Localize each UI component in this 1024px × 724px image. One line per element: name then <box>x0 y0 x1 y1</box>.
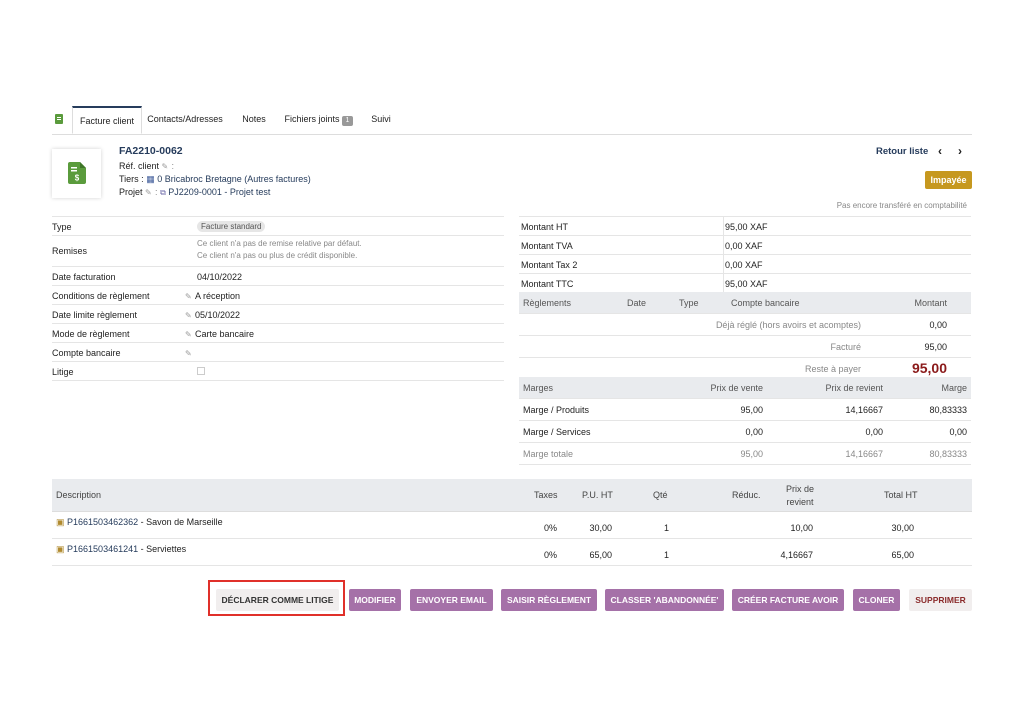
projet-row: Projet ✎: ⧉ PJ2209-0001 - Projet test <box>119 187 271 197</box>
retour-liste-link[interactable]: Retour liste <box>876 146 928 157</box>
saisir-reglement-button[interactable]: SAISIR RÈGLEMENT <box>501 589 597 611</box>
tab-facture-client[interactable]: Facture client <box>72 106 142 134</box>
product-icon: ▣ <box>56 544 65 554</box>
tab-bar: Facture client Contacts/Adresses Notes F… <box>52 106 972 135</box>
detail-row-type: Type Facture standard <box>52 217 504 236</box>
detail-row-remises: Remises Ce client n'a pas de remise rela… <box>52 236 504 267</box>
lines-header: Description Taxes P.U. HT Qté Réduc. Pri… <box>52 479 972 512</box>
product-icon: ▣ <box>56 517 65 527</box>
table-row[interactable]: ▣ P1661503462362 - Savon de Marseille 0%… <box>52 512 972 539</box>
margins-table: Marges Prix de vente Prix de revient Mar… <box>519 377 971 465</box>
payments-header: Règlements Date Type Compte bancaire Mon… <box>519 292 971 314</box>
edit-pencil-icon[interactable]: ✎ <box>185 349 195 358</box>
amount-row-ttc: Montant TTC 95,00 XAF <box>519 274 971 293</box>
tab-suivi[interactable]: Suivi <box>366 106 396 133</box>
detail-row-mode: Mode de règlement ✎ Carte bancaire <box>52 324 504 343</box>
edit-pencil-icon[interactable]: ✎ <box>185 292 195 301</box>
edit-pencil-icon[interactable]: ✎ <box>185 330 195 339</box>
payments-table: Règlements Date Type Compte bancaire Mon… <box>519 292 971 379</box>
projet-link[interactable]: PJ2209-0001 - Projet test <box>168 187 270 197</box>
detail-row-litige: Litige <box>52 362 504 381</box>
type-pill: Facture standard <box>197 221 266 232</box>
tiers-link[interactable]: 0 Bricabroc Bretagne (Autres factures) <box>157 174 311 184</box>
edit-pencil-icon[interactable]: ✎ <box>162 162 172 171</box>
ref-client-row: Réf. client ✎: <box>119 161 175 171</box>
payments-deja-regle: Déjà réglé (hors avoirs et acomptes) 0,0… <box>519 314 971 336</box>
attachments-count-badge: 1 <box>341 116 354 126</box>
envoyer-email-button[interactable]: ENVOYER EMAIL <box>410 589 493 611</box>
tiers-row: Tiers : ▦ 0 Bricabroc Bretagne (Autres f… <box>119 174 311 184</box>
invoice-lines-table: Description Taxes P.U. HT Qté Réduc. Pri… <box>52 479 972 566</box>
compta-status-note: Pas encore transféré en comptabilité <box>836 201 967 210</box>
payments-reste: Reste à payer 95,00 <box>804 360 947 376</box>
amounts-table: Montant HT 95,00 XAF Montant TVA 0,00 XA… <box>519 216 971 293</box>
invoice-ref: FA2210-0062 <box>119 145 183 157</box>
amount-row-ht: Montant HT 95,00 XAF <box>519 217 971 236</box>
cloner-button[interactable]: CLONER <box>853 589 900 611</box>
tab-contacts[interactable]: Contacts/Adresses <box>146 106 224 133</box>
edit-pencil-icon[interactable]: ✎ <box>185 311 195 320</box>
modifier-button[interactable]: MODIFIER <box>349 589 401 611</box>
supprimer-button[interactable]: SUPPRIMER <box>909 589 972 611</box>
creer-facture-avoir-button[interactable]: CRÉER FACTURE AVOIR <box>732 589 844 611</box>
detail-row-conditions: Conditions de règlement ✎ A réception <box>52 286 504 305</box>
building-icon: ▦ <box>146 174 155 184</box>
product-link[interactable]: P1661503462362 <box>67 517 138 527</box>
invoice-document-icon: $ <box>68 162 86 184</box>
litige-checkbox[interactable] <box>197 367 205 375</box>
tab-invoice-icon[interactable] <box>52 106 66 133</box>
table-row[interactable]: ▣ P1661503461241 - Serviettes 0% 65,00 1… <box>52 539 972 566</box>
invoice-details-table: Type Facture standard Remises Ce client … <box>52 216 504 381</box>
tab-fichiers-joints[interactable]: Fichiers joints 1 <box>282 106 356 133</box>
project-icon: ⧉ <box>160 188 166 197</box>
amount-row-tva: Montant TVA 0,00 XAF <box>519 236 971 255</box>
product-link[interactable]: P1661503461241 <box>67 544 138 554</box>
margin-row-total: Marge totale 95,00 14,16667 80,83333 <box>519 443 971 465</box>
margins-header: Marges Prix de vente Prix de revient Mar… <box>519 377 971 399</box>
declarer-litige-button[interactable]: DÉCLARER COMME LITIGE <box>216 589 339 611</box>
reste-a-payer-value: 95,00 <box>911 360 947 376</box>
next-arrow-icon[interactable]: › <box>958 144 962 158</box>
invoice-icon <box>55 114 63 124</box>
detail-row-date-limite: Date limite règlement ✎ 05/10/2022 <box>52 305 504 324</box>
tab-notes[interactable]: Notes <box>236 106 272 133</box>
invoice-logo: $ <box>52 149 101 198</box>
svg-text:$: $ <box>75 174 80 183</box>
payments-facture: Facturé 95,00 <box>519 336 971 358</box>
margin-row: Marge / Services 0,00 0,00 0,00 <box>519 421 971 443</box>
edit-pencil-icon[interactable]: ✎ <box>145 188 155 197</box>
classer-abandonnee-button[interactable]: CLASSER 'ABANDONNÉE' <box>605 589 724 611</box>
status-badge: Impayée <box>925 171 972 189</box>
detail-row-compte: Compte bancaire ✎ <box>52 343 504 362</box>
previous-arrow-icon[interactable]: ‹ <box>938 144 942 158</box>
amount-row-tax2: Montant Tax 2 0,00 XAF <box>519 255 971 274</box>
detail-row-date-facturation: Date facturation 04/10/2022 <box>52 267 504 286</box>
margin-row: Marge / Produits 95,00 14,16667 80,83333 <box>519 399 971 421</box>
